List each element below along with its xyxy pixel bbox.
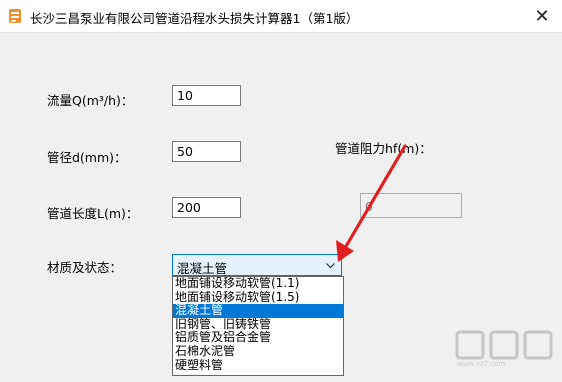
watermark-logo: www.xz7.com <box>455 330 555 374</box>
diameter-label: 管径d(mm)： <box>47 150 127 165</box>
dropdown-option[interactable]: 硬塑料管 <box>173 359 343 373</box>
material-selected-value: 混凝土管 <box>177 261 228 276</box>
dropdown-option[interactable]: 旧钢管、旧铸铁管 <box>173 318 343 332</box>
close-icon: ✕ <box>534 5 550 27</box>
dropdown-option[interactable]: 地面铺设移动软管(1.1) <box>173 277 343 291</box>
close-button[interactable]: ✕ <box>522 0 562 32</box>
dropdown-option[interactable]: 石棉水泥管 <box>173 345 343 359</box>
window-title: 长沙三昌泵业有限公司管道沿程水头损失计算器1（第1版） <box>30 11 359 26</box>
title-bar: 长沙三昌泵业有限公司管道沿程水头损失计算器1（第1版） ✕ <box>0 0 562 32</box>
length-label: 管道长度L(m)： <box>47 206 139 221</box>
chevron-down-icon[interactable] <box>326 261 335 270</box>
flow-label: 流量Q(m³/h)： <box>47 93 134 108</box>
dropdown-option-selected[interactable]: 混凝土管 <box>173 304 343 318</box>
dropdown-option[interactable]: 地面铺设移动软管(1.5) <box>173 291 343 305</box>
material-dropdown-list: 地面铺设移动软管(1.1) 地面铺设移动软管(1.5) 混凝土管 旧钢管、旧铸铁… <box>172 276 344 376</box>
diameter-input[interactable]: 50 <box>172 141 241 162</box>
resistance-label: 管道阻力hf(m)： <box>335 141 432 156</box>
length-input[interactable]: 200 <box>172 197 241 218</box>
flow-input[interactable]: 10 <box>172 85 241 106</box>
dropdown-option[interactable]: 铝质管及铝合金管 <box>173 331 343 345</box>
material-label: 材质及状态： <box>47 260 123 275</box>
watermark-site: www.xz7.com <box>457 360 506 368</box>
material-select[interactable]: 混凝土管 <box>172 254 342 276</box>
app-icon <box>9 9 21 23</box>
resistance-output: 0 <box>360 193 462 218</box>
